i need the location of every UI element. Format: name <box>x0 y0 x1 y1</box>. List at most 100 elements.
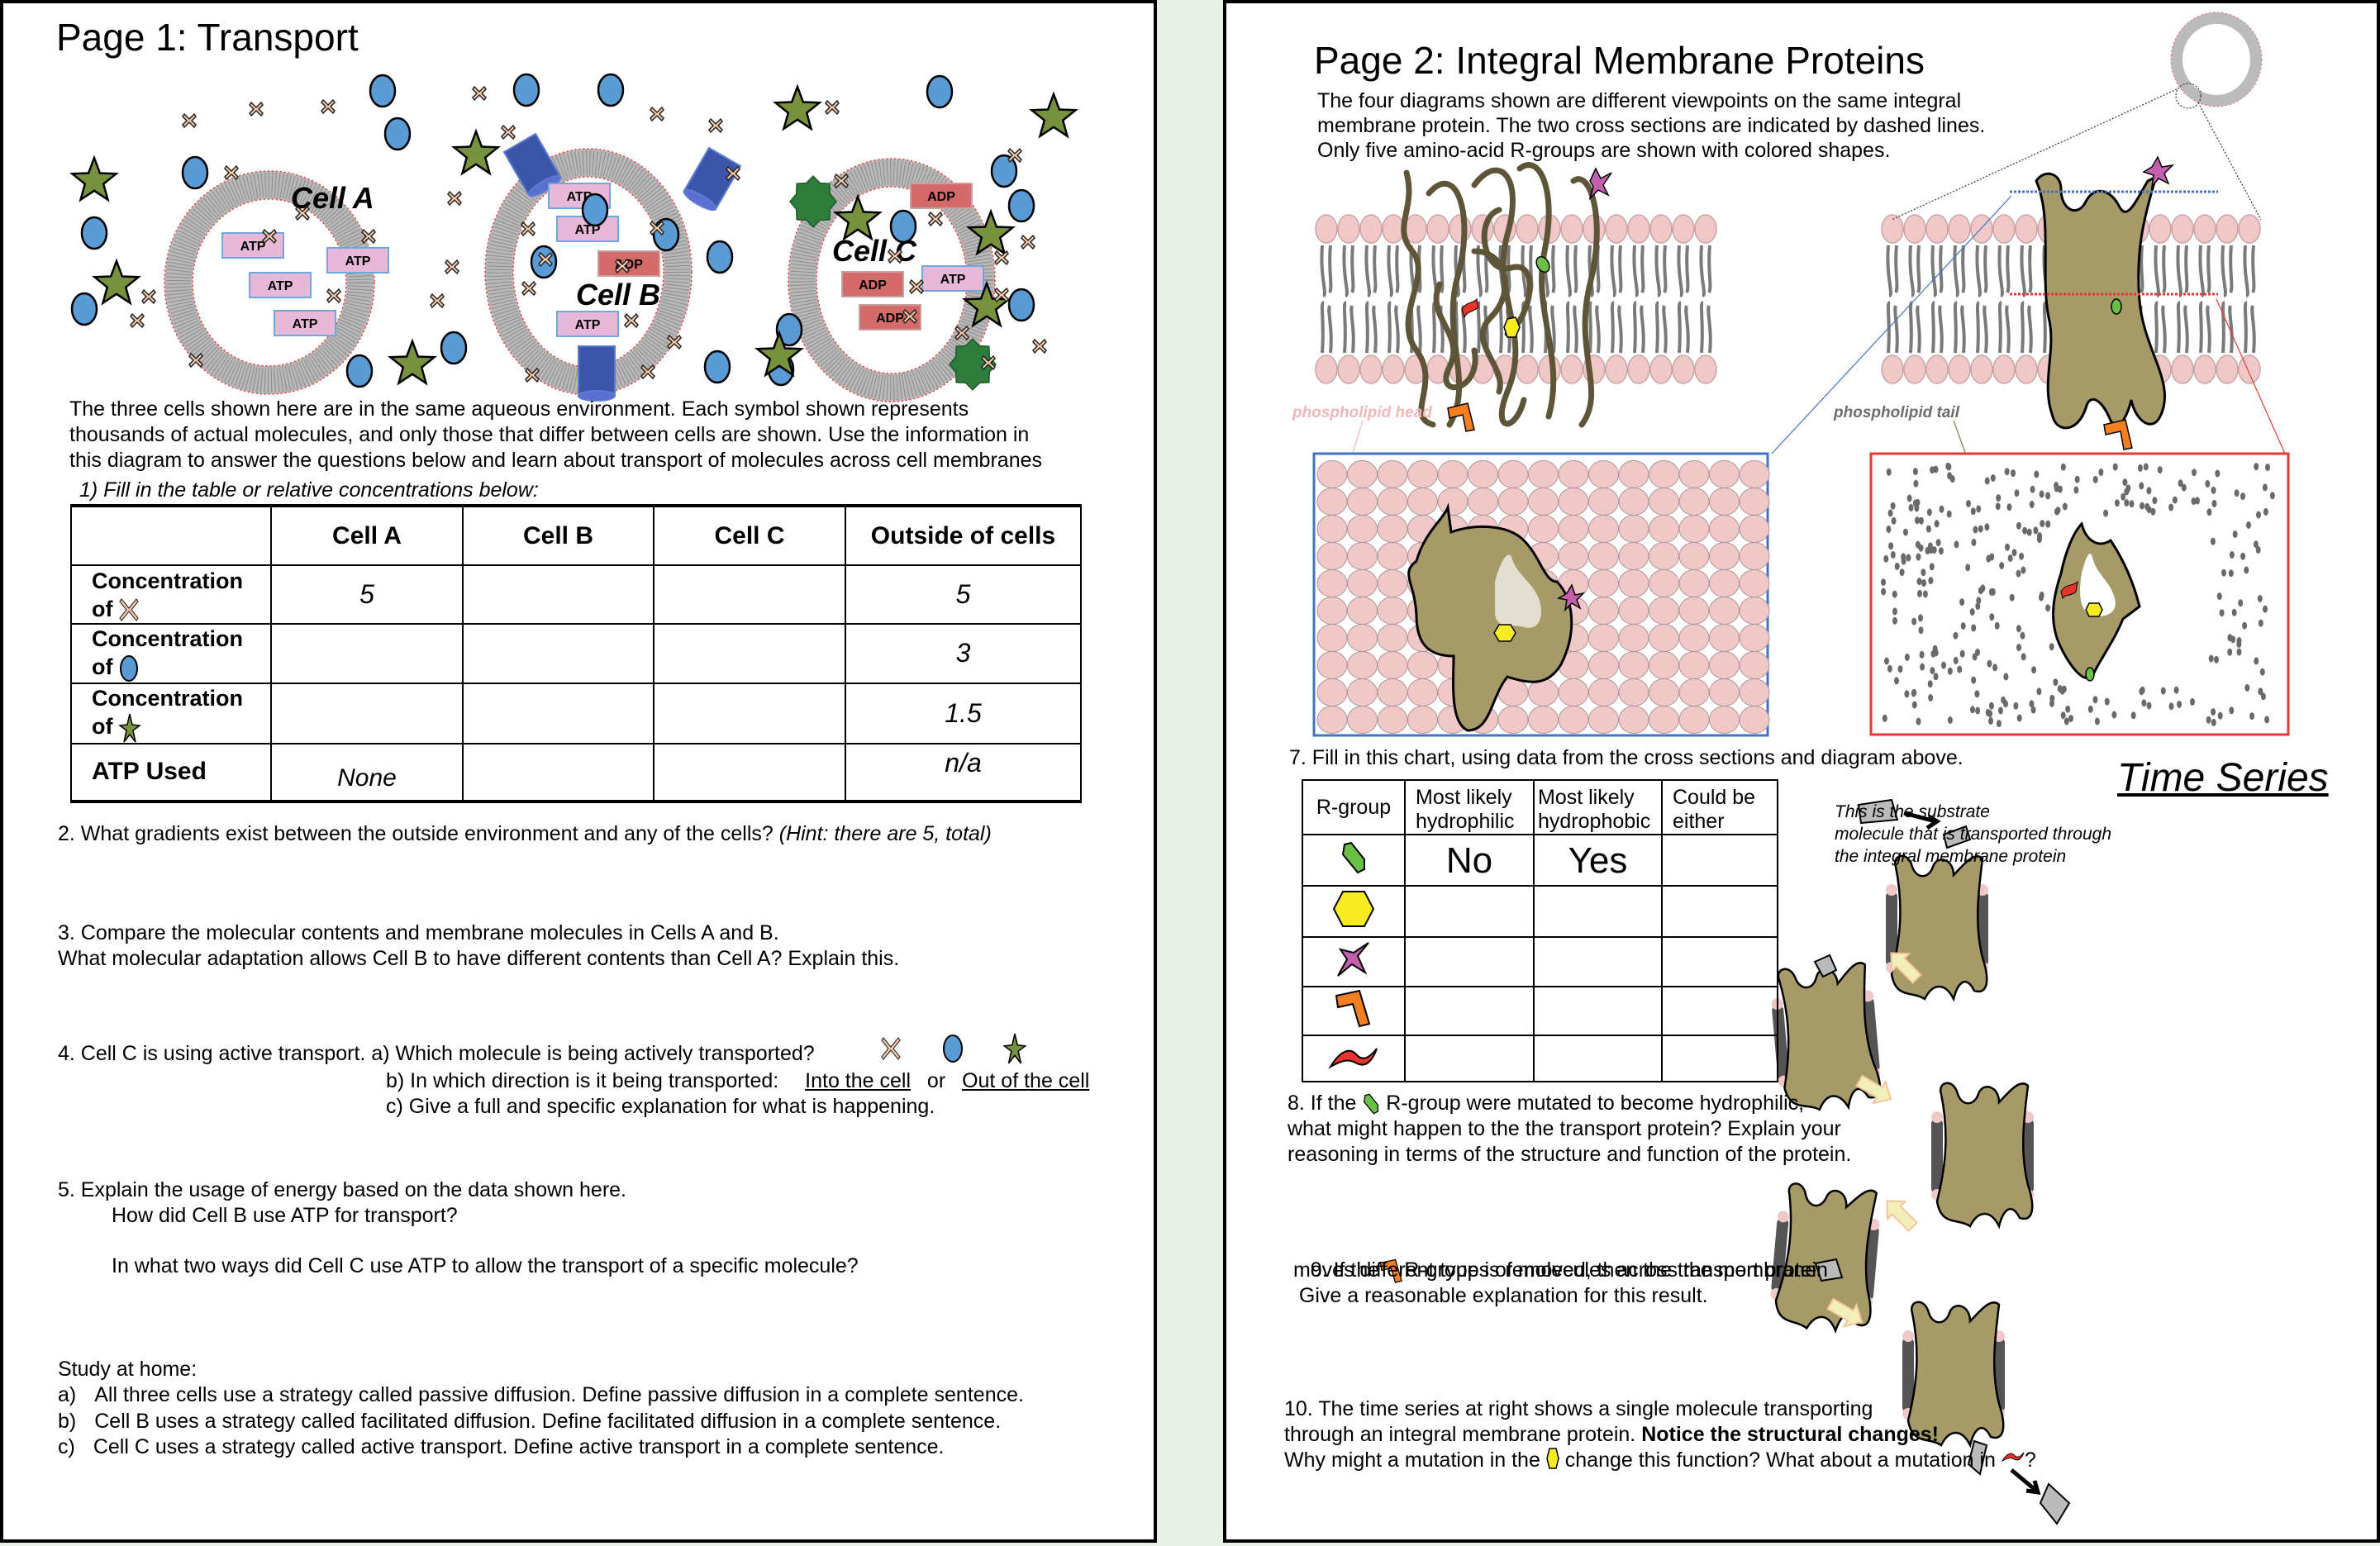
hydrophilic-value[interactable] <box>1404 936 1535 987</box>
phospholipid-tail <box>2162 245 2167 293</box>
phospholipid-tail-dot <box>1882 714 1887 722</box>
cell-b-value[interactable] <box>462 682 654 744</box>
purple-star-rgroup-icon <box>1588 167 1612 201</box>
phospholipid-tail-dot <box>1939 505 1944 513</box>
phospholipid-head <box>1649 624 1679 652</box>
phospholipid-tail-dot <box>1918 516 1924 525</box>
study-marker: b) <box>58 1410 77 1433</box>
question-text: R-group were mutated to become hydrophil… <box>1380 1092 1805 1115</box>
hydrophobic-value[interactable] <box>1533 885 1663 938</box>
phospholipid-tail-dot <box>1971 624 1977 632</box>
into-cell-option[interactable]: Into the cell <box>805 1069 911 1092</box>
phospholipid-tail <box>1565 245 1572 297</box>
cell-c-value[interactable] <box>653 623 846 684</box>
x-molecule-icon <box>624 312 639 329</box>
phospholipid-tail-dot <box>1987 710 1993 718</box>
phospholipid-tail-dot <box>1917 589 1922 597</box>
either-value[interactable] <box>1661 885 1778 938</box>
x-molecule-icon <box>119 598 139 622</box>
phospholipid-tail-dot <box>2122 478 2128 487</box>
hydrophobic-value[interactable]: Yes <box>1533 834 1663 887</box>
cell-b-value[interactable] <box>462 623 654 684</box>
hydrophobic-value[interactable] <box>1533 936 1663 987</box>
cell-c-value[interactable] <box>653 742 846 802</box>
table-row <box>1302 885 1778 938</box>
cell-a-value[interactable] <box>270 682 464 744</box>
green-octagon-rgroup-icon <box>1364 1094 1379 1115</box>
phospholipid-tail-dot <box>2021 653 2026 661</box>
phospholipid-tail <box>1372 305 1378 354</box>
phospholipid-tail-dot <box>2240 492 2245 501</box>
phospholipid-tail-dot <box>1989 553 1995 561</box>
cell-a-value[interactable]: None <box>270 742 464 802</box>
cell-c-value[interactable] <box>653 682 846 744</box>
cell-b-value[interactable] <box>462 564 654 625</box>
phospholipid-head <box>1739 488 1770 516</box>
star-molecule-icon[interactable] <box>1002 1033 1027 1064</box>
molecule-label: ATP <box>293 317 318 331</box>
phospholipid-tail <box>1930 301 1936 354</box>
green-octagon-rgroup-icon <box>2085 667 2095 682</box>
phospholipid-head <box>1709 706 1740 734</box>
table-row: No Yes <box>1302 834 1778 887</box>
phospholipid-head <box>1558 706 1589 734</box>
phospholipid-tail <box>1476 301 1482 354</box>
phospholipid-head <box>1588 597 1619 625</box>
phospholipid-head <box>1618 515 1649 543</box>
study-heading: Study at home: <box>58 1358 198 1381</box>
either-value[interactable] <box>1661 834 1778 887</box>
header-text: hydrophilic <box>1416 810 1515 833</box>
phospholipid-tail-dot <box>1954 540 1959 549</box>
cell-c-value[interactable] <box>653 564 846 625</box>
phospholipid-tail-dot <box>2005 543 2010 551</box>
phospholipid-tail <box>1498 301 1504 354</box>
hydrophilic-value[interactable] <box>1404 885 1535 938</box>
phospholipid-head <box>2238 214 2261 244</box>
phospholipid-tail-dot <box>1988 587 1994 596</box>
circle-molecule-icon <box>652 217 680 252</box>
phospholipid-head <box>1678 488 1710 516</box>
outside-value[interactable]: n/a <box>845 742 1082 802</box>
cell-a-value[interactable]: 5 <box>270 564 464 625</box>
phospholipid-tail-dot <box>2013 702 2019 710</box>
phospholipid-head <box>1678 651 1710 679</box>
channel-body <box>578 345 616 397</box>
hydrophilic-value[interactable] <box>1404 986 1535 1036</box>
either-value[interactable] <box>1661 986 1778 1036</box>
phospholipid-head <box>1588 515 1619 543</box>
phospholipid-head <box>1316 569 1348 597</box>
out-of-cell-option[interactable]: Out of the cell <box>962 1069 1089 1092</box>
phospholipid-tail-dot <box>2033 526 2039 535</box>
phospholipid-tail-dot <box>2229 551 2235 559</box>
phospholipid-tail-dot <box>2253 540 2259 549</box>
phospholipid-head <box>1377 624 1408 652</box>
either-value[interactable] <box>1661 936 1778 987</box>
either-value[interactable] <box>1661 1035 1778 1082</box>
hydrophobic-value[interactable] <box>1533 986 1663 1036</box>
phospholipid-head <box>1377 651 1408 679</box>
phospholipid-tail <box>2221 245 2227 297</box>
cell-a-value[interactable] <box>270 623 464 684</box>
hydrophobic-value[interactable] <box>1533 1035 1663 1082</box>
phospholipid-head <box>2216 214 2239 244</box>
phospholipid-head <box>2193 354 2216 384</box>
phospholipid-head <box>1709 597 1740 625</box>
rgroup-cell <box>1302 834 1406 887</box>
outside-value[interactable]: 1.5 <box>845 682 1082 744</box>
outside-value[interactable]: 3 <box>845 623 1082 684</box>
cell-b-value[interactable] <box>462 742 654 802</box>
phospholipid-head <box>1426 214 1449 244</box>
phospholipid-tail-dot <box>2062 502 2068 511</box>
q1-label: 1) Fill in the table or relative concent… <box>79 478 539 502</box>
hydrophilic-value[interactable] <box>1404 1035 1535 1082</box>
hydrophilic-value[interactable]: No <box>1404 834 1535 887</box>
x-molecule-icon[interactable] <box>881 1036 901 1061</box>
phospholipid-tail-dot <box>1988 716 1993 725</box>
phospholipid-tail-dot <box>2244 566 2249 574</box>
phospholipid-tail <box>1939 245 1944 293</box>
atp-molecule: ATP <box>274 310 336 336</box>
phospholipid-tail-dot <box>1921 568 1926 577</box>
outside-value[interactable]: 5 <box>845 564 1082 625</box>
phospholipid-head <box>1618 597 1649 625</box>
circle-molecule-icon[interactable] <box>942 1034 964 1063</box>
